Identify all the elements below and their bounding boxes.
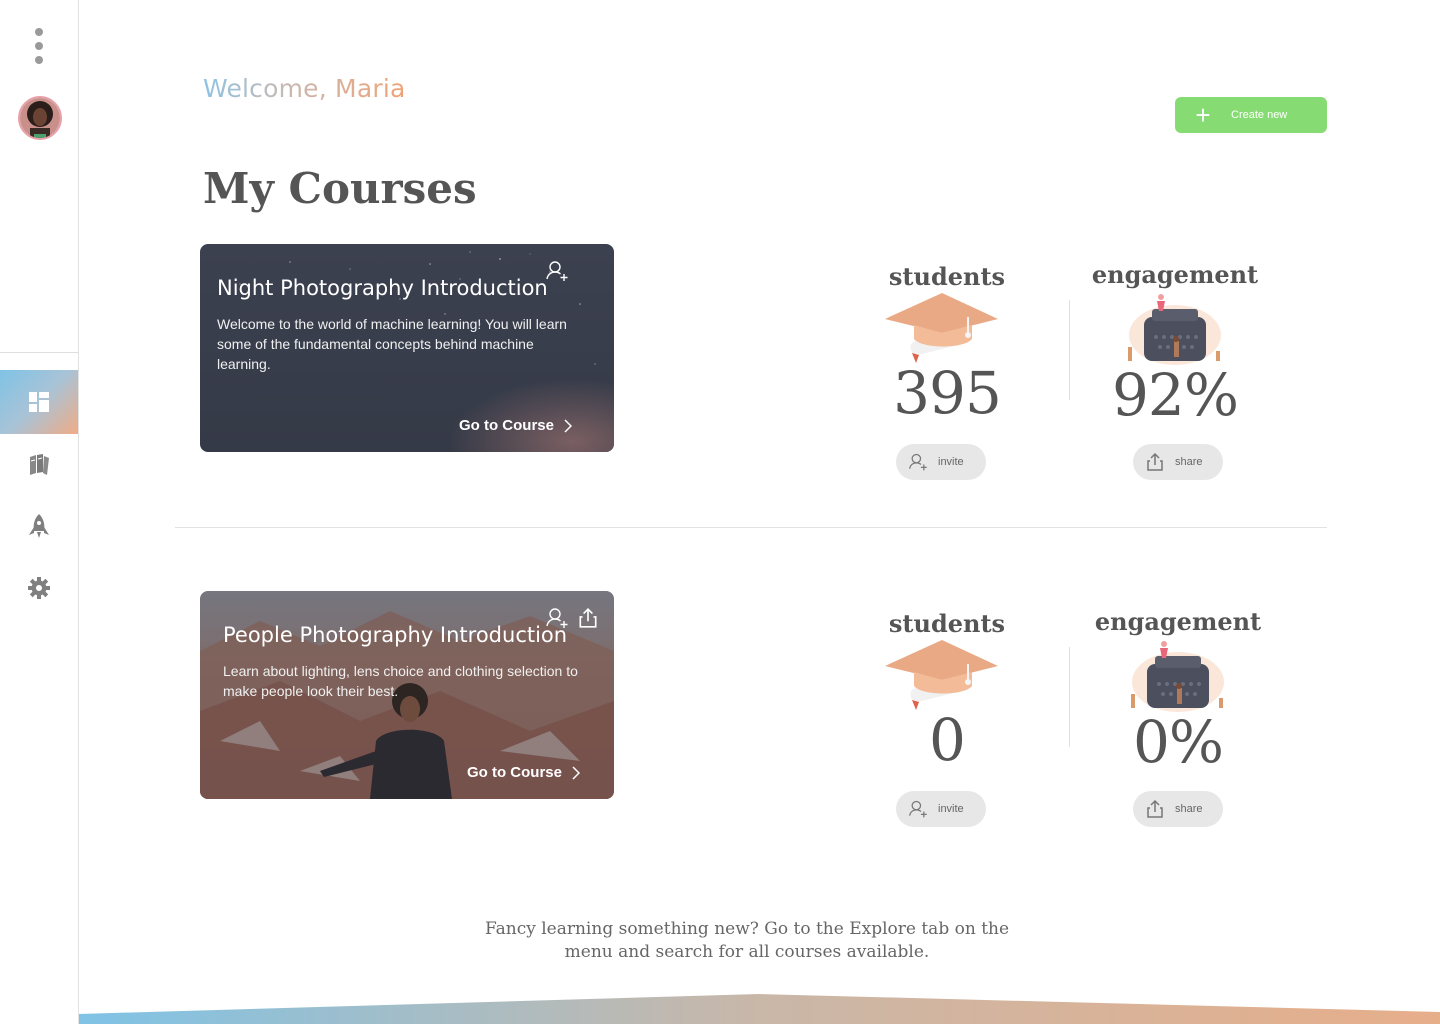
create-new-label: Create new xyxy=(1231,109,1288,121)
invite-button[interactable]: invite xyxy=(896,791,986,827)
go-to-course-label: Go to Course xyxy=(466,764,562,781)
stats-divider xyxy=(1069,647,1070,747)
engagement-value: 92% xyxy=(1112,361,1239,429)
page-title: My Courses xyxy=(203,164,477,213)
explore-hint-line-1: Fancy learning something new? Go to the … xyxy=(484,919,1010,939)
add-person-icon xyxy=(909,453,927,471)
course-title: Night Photography Introduction xyxy=(217,276,548,300)
dashboard-icon xyxy=(29,392,49,412)
engagement-value: 0% xyxy=(1132,708,1224,776)
graduation-cap-illustration xyxy=(885,293,998,363)
explore-hint-line-2: menu and search for all courses availabl… xyxy=(564,942,930,962)
sidebar xyxy=(0,0,79,1024)
graduation-cap-illustration xyxy=(885,640,998,710)
sidebar-item-courses[interactable] xyxy=(0,434,78,494)
engagement-label: engagement xyxy=(1094,607,1262,636)
share-button[interactable]: share xyxy=(1133,444,1223,480)
go-to-course-link[interactable]: Go to Course xyxy=(467,764,580,781)
create-new-button[interactable]: + Create new xyxy=(1175,97,1327,133)
invite-button[interactable]: invite xyxy=(896,444,986,480)
course-description: Learn about lighting, lens choice and cl… xyxy=(223,663,578,699)
course-title: People Photography Introduction xyxy=(223,623,568,647)
engagement-stat: engagement 0% xyxy=(1088,607,1268,772)
rocket-icon xyxy=(29,514,49,538)
share-icon xyxy=(1147,452,1163,471)
typewriter-illustration xyxy=(1131,641,1224,712)
sidebar-divider xyxy=(0,352,78,353)
invite-label: invite xyxy=(938,803,964,815)
students-count: 395 xyxy=(893,359,1002,427)
books-icon xyxy=(30,454,49,475)
plus-icon: + xyxy=(1195,100,1211,130)
footer-wave xyxy=(79,994,1440,1024)
students-label: students xyxy=(888,609,1006,638)
share-button[interactable]: share xyxy=(1133,791,1223,827)
avatar[interactable] xyxy=(18,96,62,140)
explore-hint: Fancy learning something new? Go to the … xyxy=(447,918,1047,964)
go-to-course-label: Go to Course xyxy=(458,417,554,434)
course-description: Welcome to the world of machine learning… xyxy=(217,316,567,372)
sidebar-item-settings[interactable] xyxy=(0,558,78,618)
more-menu-icon[interactable] xyxy=(33,28,45,64)
section-divider xyxy=(175,527,1327,528)
engagement-label: engagement xyxy=(1091,260,1259,289)
add-person-icon xyxy=(909,800,927,818)
typewriter-illustration xyxy=(1128,294,1221,365)
share-label: share xyxy=(1175,803,1203,815)
share-icon[interactable] xyxy=(575,605,601,631)
share-label: share xyxy=(1175,456,1203,468)
chevron-right-icon xyxy=(564,418,572,433)
invite-label: invite xyxy=(938,456,964,468)
sidebar-item-dashboard[interactable] xyxy=(0,370,78,434)
gear-icon xyxy=(28,577,50,599)
course-card: Night Photography Introduction Welcome t… xyxy=(200,244,614,452)
welcome-message: Welcome, Maria xyxy=(203,74,406,103)
students-stat: students 395 xyxy=(857,262,1037,423)
course-card: People Photography Introduction Learn ab… xyxy=(200,591,614,799)
add-person-icon[interactable] xyxy=(544,258,570,284)
students-label: students xyxy=(888,262,1006,291)
sidebar-item-explore[interactable] xyxy=(0,496,78,556)
go-to-course-link[interactable]: Go to Course xyxy=(459,417,572,434)
students-count: 0 xyxy=(929,706,966,774)
students-stat: students 0 xyxy=(857,609,1037,770)
stats-divider xyxy=(1069,300,1070,400)
share-icon xyxy=(1147,799,1163,818)
chevron-right-icon xyxy=(572,765,580,780)
engagement-stat: engagement 92% xyxy=(1085,260,1265,425)
